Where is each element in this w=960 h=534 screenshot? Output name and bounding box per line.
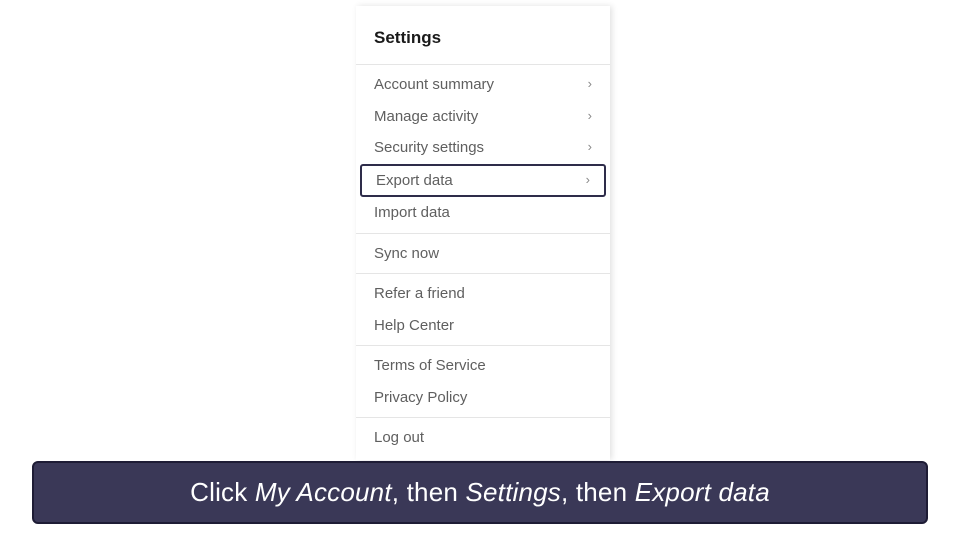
- menu-item-label: Refer a friend: [374, 284, 465, 304]
- instruction-caption: Click My Account, then Settings, then Ex…: [32, 461, 928, 524]
- menu-group-legal: Terms of Service Privacy Policy: [356, 346, 610, 418]
- menu-item-label: Import data: [374, 203, 450, 223]
- instruction-emph-my-account: My Account: [255, 477, 392, 507]
- menu-item-import-data[interactable]: Import data: [356, 197, 610, 229]
- instruction-emph-export-data: Export data: [635, 477, 770, 507]
- menu-item-label: Terms of Service: [374, 356, 486, 376]
- chevron-right-icon: ›: [586, 172, 590, 189]
- menu-item-privacy[interactable]: Privacy Policy: [356, 382, 610, 414]
- instruction-text: , then: [561, 477, 635, 507]
- menu-item-refer-friend[interactable]: Refer a friend: [356, 278, 610, 310]
- menu-group-sync: Sync now: [356, 234, 610, 275]
- menu-item-label: Export data: [376, 171, 453, 191]
- menu-item-label: Help Center: [374, 316, 454, 336]
- menu-item-manage-activity[interactable]: Manage activity ›: [356, 101, 610, 133]
- menu-item-label: Account summary: [374, 75, 494, 95]
- menu-item-label: Sync now: [374, 244, 439, 264]
- chevron-right-icon: ›: [588, 139, 592, 156]
- chevron-right-icon: ›: [588, 108, 592, 125]
- panel-title: Settings: [356, 6, 610, 65]
- instruction-emph-settings: Settings: [465, 477, 561, 507]
- menu-group-logout: Log out: [356, 418, 610, 458]
- menu-item-help-center[interactable]: Help Center: [356, 310, 610, 342]
- menu-item-label: Privacy Policy: [374, 388, 467, 408]
- settings-panel: Settings Account summary › Manage activi…: [356, 6, 610, 460]
- menu-item-log-out[interactable]: Log out: [356, 422, 610, 454]
- instruction-text: , then: [392, 477, 466, 507]
- menu-item-account-summary[interactable]: Account summary ›: [356, 69, 610, 101]
- menu-group-help: Refer a friend Help Center: [356, 274, 610, 346]
- menu-group-account: Account summary › Manage activity › Secu…: [356, 65, 610, 234]
- menu-item-security-settings[interactable]: Security settings ›: [356, 132, 610, 164]
- menu-item-terms[interactable]: Terms of Service: [356, 350, 610, 382]
- menu-item-label: Manage activity: [374, 107, 478, 127]
- menu-item-label: Security settings: [374, 138, 484, 158]
- menu-item-sync-now[interactable]: Sync now: [356, 238, 610, 270]
- menu-item-label: Log out: [374, 428, 424, 448]
- chevron-right-icon: ›: [588, 76, 592, 93]
- instruction-text: Click: [190, 477, 255, 507]
- menu-item-export-data[interactable]: Export data ›: [360, 164, 606, 198]
